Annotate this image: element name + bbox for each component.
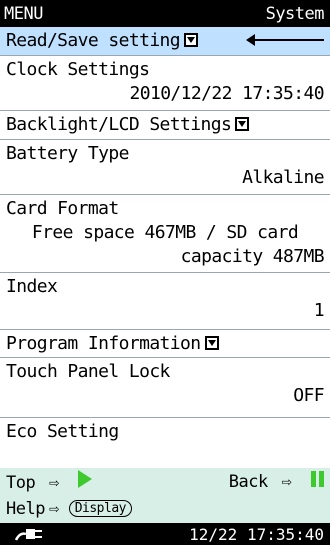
menu-label: MENU <box>4 3 43 24</box>
backlight-label: Backlight/LCD Settings <box>6 114 232 135</box>
card-format-label: Card Format <box>6 198 119 219</box>
status-datetime: 12/22 17:35:40 <box>189 524 324 544</box>
help-label: Help <box>6 498 45 519</box>
index-value: 1 <box>313 300 325 321</box>
pointer-arrow-icon <box>246 34 324 46</box>
menu-item-backlight[interactable]: Backlight/LCD Settings <box>0 111 330 140</box>
system-label: System <box>265 3 325 24</box>
back-hint[interactable]: Back ⇨ <box>229 471 324 492</box>
dropdown-icon <box>184 33 199 47</box>
card-free-space: Free space 467MB / SD card <box>31 222 299 243</box>
menu-item-clock-settings[interactable]: Clock Settings 2010/12/22 17:35:40 <box>0 56 330 111</box>
back-label: Back <box>228 472 268 492</box>
menu-item-read-save[interactable]: Read/Save setting <box>0 27 330 56</box>
top-bar: MENU System <box>0 0 330 27</box>
index-label: Index <box>6 276 58 297</box>
display-button[interactable]: Display <box>68 500 132 517</box>
touch-panel-lock-label: Touch Panel Lock <box>6 361 170 382</box>
menu-item-index[interactable]: Index 1 <box>0 273 330 330</box>
menu-item-touch-panel-lock[interactable]: Touch Panel Lock OFF <box>0 358 330 418</box>
status-bar: 12/22 17:35:40 <box>0 523 330 545</box>
menu-item-eco-setting[interactable]: Eco Setting <box>0 418 330 468</box>
battery-type-label: Battery Type <box>6 143 129 164</box>
top-label: Top <box>6 473 36 493</box>
settings-menu: Read/Save setting Clock Settings 2010/12… <box>0 27 330 468</box>
pause-icon <box>311 471 324 487</box>
menu-item-battery-type[interactable]: Battery Type Alkaline <box>0 140 330 195</box>
right-arrow-icon: ⇨ <box>48 473 59 493</box>
touch-panel-value: OFF <box>293 385 324 406</box>
dropdown-icon <box>204 336 219 350</box>
read-save-label: Read/Save setting <box>6 30 181 51</box>
menu-item-card-format[interactable]: Card Format Free space 467MB / SD card c… <box>0 195 330 273</box>
eco-setting-label: Eco Setting <box>6 421 119 442</box>
clock-settings-label: Clock Settings <box>6 59 150 80</box>
right-arrow-icon: ⇨ <box>48 498 59 519</box>
top-hint[interactable]: Top ⇨ <box>6 470 93 493</box>
power-plug-icon <box>14 526 44 542</box>
clock-value: 2010/12/22 17:35:40 <box>129 83 324 104</box>
right-arrow-icon: ⇨ <box>281 472 292 492</box>
program-info-label: Program Information <box>6 333 201 354</box>
card-capacity: capacity 487MB <box>180 246 325 267</box>
dropdown-icon <box>235 117 250 131</box>
play-icon <box>78 470 93 488</box>
help-area: Top ⇨ Back ⇨ Help ⇨ Display <box>0 468 330 523</box>
battery-value: Alkaline <box>242 167 325 188</box>
menu-item-program-info[interactable]: Program Information <box>0 330 330 358</box>
